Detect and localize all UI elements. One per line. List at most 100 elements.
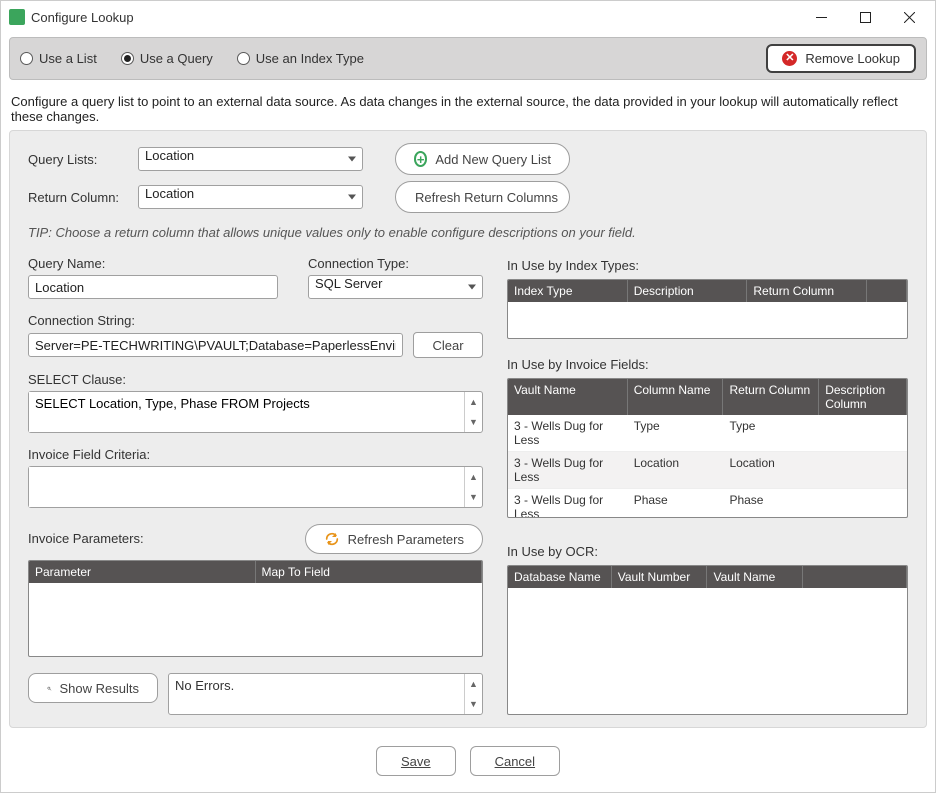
minimize-icon <box>816 12 827 23</box>
main-panel: Query Lists: Location + Add New Query Li… <box>9 130 927 728</box>
minimize-button[interactable] <box>799 2 843 32</box>
ocr-body <box>508 588 907 714</box>
select-clause-input[interactable]: SELECT Location, Type, Phase FROM Projec… <box>28 391 483 433</box>
col-vault-name: Vault Name <box>508 379 628 415</box>
refresh-icon <box>324 531 340 547</box>
table-row[interactable]: 3 - Wells Dug for LessTypeType <box>508 415 907 452</box>
maximize-button[interactable] <box>843 2 887 32</box>
query-lists-label: Query Lists: <box>28 152 128 167</box>
parameters-grid[interactable]: Parameter Map To Field <box>28 560 483 657</box>
invoice-criteria-input[interactable]: ▲ ▼ <box>28 466 483 508</box>
errors-text: No Errors. <box>169 674 464 714</box>
titlebar: Configure Lookup <box>1 1 935 33</box>
cell: Phase <box>628 489 724 517</box>
parameters-body <box>29 583 482 656</box>
invoice-fields-label: In Use by Invoice Fields: <box>507 357 908 372</box>
cancel-label: Cancel <box>495 754 535 769</box>
table-row[interactable]: 3 - Wells Dug for LessPhasePhase <box>508 489 907 517</box>
remove-lookup-button[interactable]: ✕ Remove Lookup <box>766 44 916 73</box>
save-label: Save <box>401 754 431 769</box>
connection-type-select[interactable]: SQL Server <box>308 275 483 299</box>
spin-down[interactable]: ▼ <box>465 487 482 507</box>
col-parameter: Parameter <box>29 561 256 583</box>
query-name-input[interactable] <box>28 275 278 299</box>
spin-up[interactable]: ▲ <box>465 467 482 487</box>
connection-string-input[interactable] <box>28 333 403 357</box>
query-lists-value: Location <box>145 148 194 163</box>
clear-label: Clear <box>432 338 463 353</box>
refresh-return-columns-button[interactable]: Refresh Return Columns <box>395 181 570 213</box>
col-vault-number: Vault Number <box>612 566 708 588</box>
index-types-label: In Use by Index Types: <box>507 258 908 273</box>
invoice-criteria-text[interactable] <box>29 467 464 507</box>
col-description-column: Description Column <box>819 379 907 415</box>
footer: Save Cancel <box>1 736 935 792</box>
spin-up[interactable]: ▲ <box>465 392 482 412</box>
save-button[interactable]: Save <box>376 746 456 776</box>
cell: Phase <box>723 489 819 517</box>
cell: Type <box>628 415 724 451</box>
col-index-type: Index Type <box>508 280 628 302</box>
show-results-button[interactable]: Show Results <box>28 673 158 703</box>
col-return-column: Return Column <box>747 280 867 302</box>
plus-icon: + <box>414 151 427 167</box>
select-clause-text[interactable]: SELECT Location, Type, Phase FROM Projec… <box>29 392 464 432</box>
query-name-label: Query Name: <box>28 256 278 271</box>
refresh-return-columns-label: Refresh Return Columns <box>415 190 558 205</box>
radio-use-index[interactable]: Use an Index Type <box>237 51 364 66</box>
spin-down[interactable]: ▼ <box>465 412 482 432</box>
remove-icon: ✕ <box>782 51 797 66</box>
refresh-parameters-button[interactable]: Refresh Parameters <box>305 524 483 554</box>
radio-use-list[interactable]: Use a List <box>20 51 97 66</box>
col-return-column: Return Column <box>723 379 819 415</box>
radio-icon <box>20 52 33 65</box>
invoice-fields-grid[interactable]: Vault Name Column Name Return Column Des… <box>507 378 908 518</box>
cell <box>819 452 907 488</box>
table-row[interactable]: 3 - Wells Dug for LessLocationLocation <box>508 452 907 489</box>
cell: Type <box>723 415 819 451</box>
search-icon <box>47 681 52 696</box>
left-column: Query Name: Connection Type: SQL Server … <box>28 256 483 715</box>
col-column-name: Column Name <box>628 379 724 415</box>
invoice-params-label: Invoice Parameters: <box>28 531 295 546</box>
refresh-parameters-label: Refresh Parameters <box>348 532 464 547</box>
right-column: In Use by Index Types: Index Type Descri… <box>507 256 908 715</box>
ocr-header: Database Name Vault Number Vault Name <box>508 566 907 588</box>
ocr-grid[interactable]: Database Name Vault Number Vault Name <box>507 565 908 715</box>
tip-text: TIP: Choose a return column that allows … <box>28 225 908 240</box>
show-results-label: Show Results <box>60 681 139 696</box>
close-button[interactable] <box>887 2 931 32</box>
cell: 3 - Wells Dug for Less <box>508 415 628 451</box>
spin-buttons: ▲ ▼ <box>464 392 482 432</box>
cell <box>819 489 907 517</box>
spin-buttons: ▲ ▼ <box>464 674 482 714</box>
index-types-body <box>508 302 907 338</box>
columns: Query Name: Connection Type: SQL Server … <box>28 256 908 715</box>
mode-selector: Use a List Use a Query Use an Index Type… <box>9 37 927 80</box>
col-database-name: Database Name <box>508 566 612 588</box>
query-lists-select[interactable]: Location <box>138 147 363 171</box>
cell: Location <box>723 452 819 488</box>
col-empty <box>803 566 907 588</box>
clear-button[interactable]: Clear <box>413 332 483 358</box>
cell: 3 - Wells Dug for Less <box>508 452 628 488</box>
select-clause-label: SELECT Clause: <box>28 372 483 387</box>
spin-down[interactable]: ▼ <box>465 694 482 714</box>
query-lists-row: Query Lists: Location + Add New Query Li… <box>28 143 908 175</box>
col-vault-name: Vault Name <box>707 566 803 588</box>
col-description: Description <box>628 280 748 302</box>
index-types-header: Index Type Description Return Column <box>508 280 907 302</box>
add-query-list-button[interactable]: + Add New Query List <box>395 143 570 175</box>
window-title: Configure Lookup <box>31 10 799 25</box>
index-types-grid[interactable]: Index Type Description Return Column <box>507 279 908 339</box>
return-column-select[interactable]: Location <box>138 185 363 209</box>
cell <box>819 415 907 451</box>
radio-icon <box>121 52 134 65</box>
connection-type-label: Connection Type: <box>308 256 483 271</box>
remove-lookup-label: Remove Lookup <box>805 51 900 66</box>
description: Configure a query list to point to an ex… <box>1 84 935 130</box>
radio-use-query[interactable]: Use a Query <box>121 51 213 66</box>
window: Configure Lookup Use a List Use a Query … <box>0 0 936 793</box>
spin-up[interactable]: ▲ <box>465 674 482 694</box>
cancel-button[interactable]: Cancel <box>470 746 560 776</box>
